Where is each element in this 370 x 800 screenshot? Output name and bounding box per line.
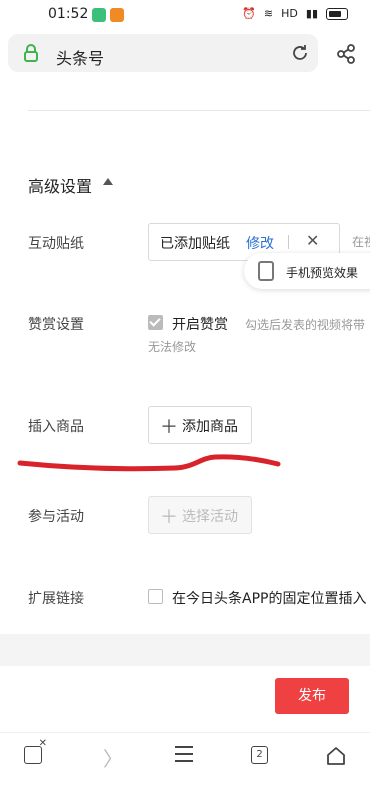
signal-icon: ▮▮ <box>305 7 318 20</box>
close-icon[interactable]: ✕ <box>306 231 319 250</box>
sticker-label: 互动贴纸 <box>28 236 84 252</box>
select-activity-label[interactable]: 选择活动 <box>182 506 238 526</box>
address-bar[interactable] <box>8 34 318 72</box>
reward-label: 赞赏设置 <box>28 317 84 333</box>
network-label: HD <box>281 7 298 20</box>
collapse-caret-icon[interactable] <box>103 178 113 185</box>
section-title: 高级设置 <box>28 177 93 196</box>
app-notification-icon <box>110 8 124 22</box>
forward-icon[interactable]: 〉 <box>103 743 123 772</box>
red-annotation-stroke <box>17 454 281 472</box>
status-icons: ⏰ ≋ HD ▮▮ <box>242 7 348 20</box>
battery-icon <box>326 7 348 20</box>
phone-icon <box>258 261 274 281</box>
sticker-added-text: 已添加贴纸 <box>160 236 230 252</box>
reward-hint-line2: 无法修改 <box>148 340 197 354</box>
reward-hint: 勾选后发表的视频将带 <box>245 318 366 332</box>
plus-icon: ＋ <box>160 507 178 528</box>
menu-icon[interactable] <box>175 746 193 764</box>
activity-label: 参与活动 <box>28 509 84 525</box>
lock-icon <box>24 44 38 62</box>
link-checkbox[interactable] <box>148 589 163 604</box>
publish-button[interactable]: 发布 <box>275 678 349 714</box>
alarm-icon: ⏰ <box>242 7 256 20</box>
reward-checkbox[interactable] <box>148 315 163 330</box>
wifi-icon: ≋ <box>263 7 274 20</box>
reward-checkbox-label[interactable]: 开启赞赏 <box>172 314 228 334</box>
share-icon[interactable] <box>335 43 357 65</box>
home-icon[interactable] <box>325 745 347 767</box>
tabs-count-icon[interactable]: 2 <box>251 746 268 764</box>
page-title[interactable]: 头条号 <box>56 45 104 69</box>
divider <box>288 235 289 249</box>
status-time: 01:52 <box>48 6 89 22</box>
section-separator <box>0 634 370 666</box>
sticker-edit-link[interactable]: 修改 <box>246 233 274 253</box>
reload-icon[interactable] <box>290 43 310 63</box>
link-checkbox-label[interactable]: 在今日头条APP的固定位置插入 <box>172 588 366 608</box>
sticker-hint-text: 在视 <box>352 235 370 249</box>
phone-preview-label[interactable]: 手机预览效果 <box>286 264 358 281</box>
app-notification-icon <box>92 8 106 22</box>
divider <box>28 110 370 111</box>
link-label: 扩展链接 <box>28 591 84 607</box>
close-tab-icon[interactable]: ✕ <box>24 738 47 764</box>
